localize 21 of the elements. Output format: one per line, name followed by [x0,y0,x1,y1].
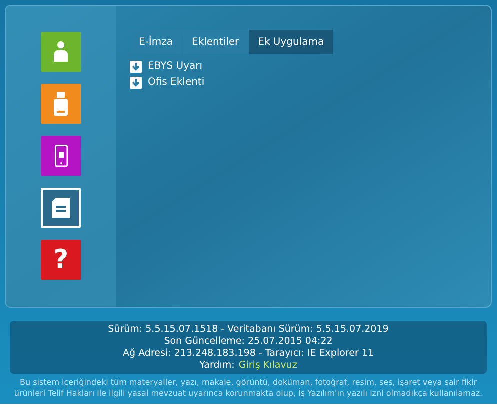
app-tile[interactable] [41,84,81,124]
info-text: Ağ Adresi: 213.248.183.198 - Tarayıcı: IE Explorer 11 [123,348,374,360]
person-icon [53,41,69,63]
info-text: Sürüm: 5.5.15.07.1518 - Veritabanı Sürüm: 5.5.15.07.2019 [108,324,389,336]
help-label: Yardım: [200,360,235,372]
app-tile[interactable] [41,32,81,72]
download-icon [130,77,142,89]
app-tile[interactable] [41,136,81,176]
info-text: Son Güncelleme: 25.07.2015 04:22 [164,336,333,348]
document-icon [52,198,70,218]
help-tile[interactable]: ? [41,240,81,280]
tab[interactable]: Ek Uygulama [249,30,334,54]
usb-drive-icon [54,92,68,116]
tab[interactable]: Eklentiler [183,30,248,54]
download-icon [130,61,142,73]
download-link[interactable]: Ofis Eklenti [148,76,205,90]
guide-link[interactable]: Giriş Kılavuz [238,360,298,372]
copyright-notice: Bu sistem içeriğindeki tüm materyaller, yazı, makale, görüntü, doküman, fotoğraf, resim, ses, işaret veya sair fikir ürünleri Telif Hakları ile ilgili yasal mevzuat uyarınca korunmakta olup, İş Yazılım'ın yazılı izni olmadıkça kullanılamaz. [13,377,484,399]
app-tile[interactable] [41,188,81,228]
phone-icon [54,145,68,167]
download-link[interactable]: EBYS Uyarı [148,60,203,74]
